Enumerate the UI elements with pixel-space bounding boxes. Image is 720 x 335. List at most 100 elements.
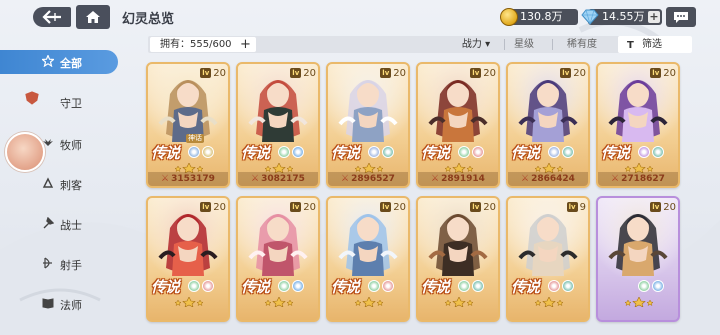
rarity-label: 传说 <box>151 144 180 162</box>
mythic-tag: 神话 <box>186 134 204 143</box>
level-value: 20 <box>213 67 226 79</box>
gold-coin-icon <box>500 8 518 26</box>
sidebar-item-label: 法师 <box>60 299 82 312</box>
level-tag: lv <box>380 202 392 212</box>
power-value: ⚔ 3153179 <box>148 172 228 186</box>
hero-card[interactable]: lv 20 传说 ⚔ 2896527 <box>326 62 410 188</box>
skill-icon <box>188 146 200 158</box>
sidebar-item-guardian[interactable]: 守卫 <box>0 90 118 114</box>
skill-icon <box>292 280 304 292</box>
hero-card[interactable]: lv 20 传说 ⚔ 2718627 <box>596 62 680 188</box>
hero-card[interactable]: lv 20 传说 <box>326 196 410 322</box>
skill-icons <box>278 280 304 292</box>
rarity-label: 传说 <box>601 144 630 162</box>
hero-card[interactable]: lv 20 传说 <box>236 196 320 322</box>
power-number: 2891914 <box>441 174 485 184</box>
level-badge: lv 9 <box>566 201 586 213</box>
owned-count-text: 拥有：555/600 <box>160 39 232 50</box>
home-button[interactable] <box>76 5 110 29</box>
back-arrow-icon <box>42 10 61 24</box>
sidebar-item-archer[interactable]: 射手 <box>0 252 118 276</box>
power-value: ⚔ 2718627 <box>598 172 678 186</box>
star-rating-icon <box>534 297 564 307</box>
skill-icons <box>368 280 394 292</box>
skill-icon <box>278 280 290 292</box>
sidebar-item-priest[interactable]: 牧师 <box>0 132 118 156</box>
level-value: 20 <box>393 201 406 213</box>
skill-icon <box>292 146 304 158</box>
level-value: 20 <box>303 201 316 213</box>
book-icon <box>42 298 54 309</box>
crossed-swords-icon: ⚔ <box>161 174 170 184</box>
skill-icon <box>278 146 290 158</box>
home-icon <box>86 11 100 23</box>
rarity-label: 传说 <box>421 144 450 162</box>
back-button[interactable] <box>33 7 71 27</box>
power-value: ⚔ 2896527 <box>328 172 408 186</box>
skill-icon <box>458 280 470 292</box>
skill-icon <box>202 280 214 292</box>
sort-by-rarity[interactable]: 稀有度 <box>562 36 602 53</box>
crossed-swords-icon: ⚔ <box>521 174 530 184</box>
expand-capacity-button[interactable]: + <box>240 37 251 52</box>
level-badge: lv 20 <box>200 67 226 79</box>
hero-card[interactable]: lv 20 传说 ⚔ 2866424 <box>506 62 590 188</box>
skill-icon <box>458 146 470 158</box>
skill-icons <box>638 280 664 292</box>
power-value: ⚔ 2891914 <box>418 172 498 186</box>
sidebar-item-all[interactable]: 全部 <box>0 50 118 74</box>
hero-card[interactable]: lv 20 传说 <box>416 196 500 322</box>
level-tag: lv <box>470 68 482 78</box>
rarity-label: 传说 <box>241 278 270 296</box>
filter-button[interactable]: T 筛选 <box>618 36 692 53</box>
hero-card[interactable]: lv 20 传说 <box>146 196 230 322</box>
shield-icon <box>25 91 39 105</box>
sort-by-star[interactable]: 星级 <box>510 36 538 53</box>
skill-icons <box>188 146 214 158</box>
skill-icon <box>472 280 484 292</box>
level-tag: lv <box>290 68 302 78</box>
divider <box>552 39 553 50</box>
level-tag: lv <box>200 68 212 78</box>
gem-add-button[interactable]: + <box>648 11 660 23</box>
crossed-swords-icon: ⚔ <box>431 174 440 184</box>
bow-icon <box>43 257 52 269</box>
level-value: 20 <box>483 201 496 213</box>
hero-card[interactable]: lv 20 神话 传说 ⚔ 3153179 <box>146 62 230 188</box>
skill-icons <box>458 280 484 292</box>
level-tag: lv <box>200 202 212 212</box>
power-number: 2718627 <box>621 174 665 184</box>
level-value: 20 <box>303 67 316 79</box>
crossed-swords-icon: ⚔ <box>611 174 620 184</box>
level-badge: lv 20 <box>650 201 676 213</box>
level-tag: lv <box>470 202 482 212</box>
level-badge: lv 20 <box>380 201 406 213</box>
crossed-swords-icon: ⚔ <box>251 174 260 184</box>
level-badge: lv 20 <box>290 201 316 213</box>
skill-icons <box>368 146 394 158</box>
sidebar-item-label: 刺客 <box>60 179 82 192</box>
level-badge: lv 20 <box>470 201 496 213</box>
hero-card[interactable]: lv 20 <box>596 196 680 322</box>
sidebar-item-warrior[interactable]: 战士 <box>0 212 118 236</box>
level-value: 20 <box>573 67 586 79</box>
gem-currency[interactable]: 14.55万 + <box>581 9 662 25</box>
skill-icon <box>652 280 664 292</box>
skill-icon <box>638 280 650 292</box>
sidebar-item-label: 战士 <box>60 219 82 232</box>
class-sidebar: 全部 守卫 牧师 刺客 战士 射手 法师 <box>0 48 120 335</box>
filter-bar: 拥有：555/600 + 战力 ▾ 星级 稀有度 T 筛选 <box>148 36 692 53</box>
power-number: 2866424 <box>531 174 575 184</box>
sidebar-item-mage[interactable]: 法师 <box>0 292 118 316</box>
wings-icon <box>43 139 53 146</box>
sort-by-power[interactable]: 战力 ▾ <box>456 36 496 53</box>
hero-card[interactable]: lv 20 传说 ⚔ 2891914 <box>416 62 500 188</box>
skill-icon <box>562 146 574 158</box>
hero-card[interactable]: lv 20 传说 ⚔ 3082175 <box>236 62 320 188</box>
hero-card[interactable]: lv 9 传说 <box>506 196 590 322</box>
chat-button[interactable] <box>666 7 696 27</box>
level-tag: lv <box>560 68 572 78</box>
owned-count: 拥有：555/600 + <box>150 37 256 52</box>
sidebar-item-assassin[interactable]: 刺客 <box>0 172 118 196</box>
gold-currency[interactable]: 130.8万 <box>500 8 578 26</box>
